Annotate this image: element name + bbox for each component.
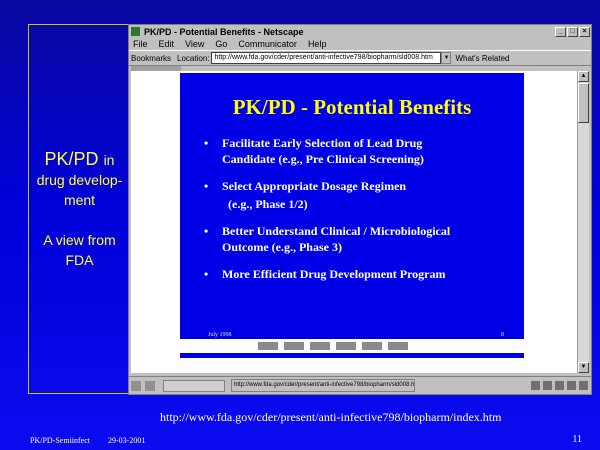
resize-grip-icon[interactable] — [579, 381, 588, 390]
left-caption-panel: PK/PD in drug develop- ment A view from … — [28, 24, 131, 394]
navigator-icon[interactable] — [531, 381, 540, 390]
slide-page-number: 8 — [501, 332, 504, 338]
caption-pkpd: PK/PD — [44, 149, 99, 169]
discussion-icon[interactable] — [555, 381, 564, 390]
bullet-item: • Better Understand Clinical / Microbiol… — [204, 224, 451, 254]
menu-help[interactable]: Help — [308, 39, 327, 49]
footer-page-number: 11 — [572, 434, 582, 445]
status-bar: http://www.fda.gov/cder/present/anti-inf… — [129, 376, 591, 394]
scroll-thumb[interactable] — [578, 83, 589, 123]
menu-bar: File Edit View Go Communicator Help — [129, 38, 591, 50]
maximize-icon[interactable]: □ — [567, 26, 578, 37]
horizontal-scrollbar[interactable] — [163, 379, 225, 392]
component-bar — [531, 381, 591, 390]
page-content: PK/PD - Potential Benefits • Facilitate … — [131, 71, 577, 373]
location-toolbar: Bookmarks Location: http://www.fda.gov/c… — [129, 50, 591, 66]
bullet-item: • Select Appropriate Dosage Regimen (e.g… — [204, 179, 407, 211]
slide-title: PK/PD - Potential Benefits — [232, 95, 472, 119]
caption-line2a: drug develop- — [36, 172, 123, 188]
menu-communicator[interactable]: Communicator — [238, 39, 297, 49]
menu-go[interactable]: Go — [215, 39, 227, 49]
bullet-icon: • — [204, 136, 209, 150]
bullet-icon: • — [204, 267, 209, 281]
nav-prev-icon[interactable] — [284, 342, 304, 350]
netscape-window: PK/PD - Potential Benefits - Netscape _ … — [128, 24, 592, 395]
caption-line3b: FDA — [65, 252, 94, 268]
location-input[interactable]: http://www.fda.gov/cder/present/anti-inf… — [211, 52, 442, 64]
slide-date: July 1998 — [208, 332, 232, 338]
bullet-item: • More Efficient Drug Development Progra… — [204, 267, 446, 281]
embedded-slide: PK/PD - Potential Benefits • Facilitate … — [180, 73, 524, 358]
close-icon[interactable]: × — [579, 26, 590, 37]
footer-date: 29-03-2001 — [108, 436, 146, 445]
security-icon[interactable] — [131, 380, 141, 391]
location-dropdown-icon[interactable]: ▼ — [441, 52, 452, 64]
status-url: http://www.fda.gov/cder/present/anti-inf… — [231, 379, 415, 392]
window-title: PK/PD - Potential Benefits - Netscape — [144, 26, 304, 37]
bullet-icon: • — [204, 179, 209, 193]
window-titlebar: PK/PD - Potential Benefits - Netscape _ … — [129, 25, 591, 38]
bookmarks-button[interactable]: Bookmarks — [131, 54, 171, 63]
caption-line3a: A view from — [43, 232, 116, 248]
footer-label: PK/PD-Semiinfect — [30, 436, 90, 445]
caption-in: in — [103, 152, 115, 168]
nav-next-icon[interactable] — [362, 342, 382, 350]
bullet-item: • Facilitate Early Selection of Lead Dru… — [204, 136, 424, 166]
menu-edit[interactable]: Edit — [159, 39, 175, 49]
nav-text-icon[interactable] — [336, 342, 356, 350]
mail-icon[interactable] — [543, 381, 552, 390]
slide-bullets: • Facilitate Early Selection of Lead Dru… — [200, 135, 520, 293]
vertical-scrollbar[interactable]: ▲ ▼ — [577, 71, 589, 373]
caption-line2b: ment — [63, 192, 96, 208]
composer-icon[interactable] — [567, 381, 576, 390]
source-url: http://www.fda.gov/cder/present/anti-inf… — [160, 410, 502, 424]
nav-index-icon[interactable] — [310, 342, 330, 350]
location-label: Location: — [177, 53, 210, 63]
slide-navigation-strip — [131, 339, 577, 353]
nav-first-icon[interactable] — [258, 342, 278, 350]
scroll-down-icon[interactable]: ▼ — [578, 362, 589, 373]
netscape-app-icon — [131, 27, 140, 36]
back-arrow-icon[interactable] — [145, 380, 155, 391]
scroll-up-icon[interactable]: ▲ — [578, 71, 589, 82]
menu-file[interactable]: File — [133, 39, 148, 49]
nav-last-icon[interactable] — [388, 342, 408, 350]
menu-view[interactable]: View — [185, 39, 204, 49]
minimize-icon[interactable]: _ — [555, 26, 566, 37]
whats-related-button[interactable]: What's Related — [455, 54, 509, 63]
bullet-icon: • — [204, 224, 209, 238]
